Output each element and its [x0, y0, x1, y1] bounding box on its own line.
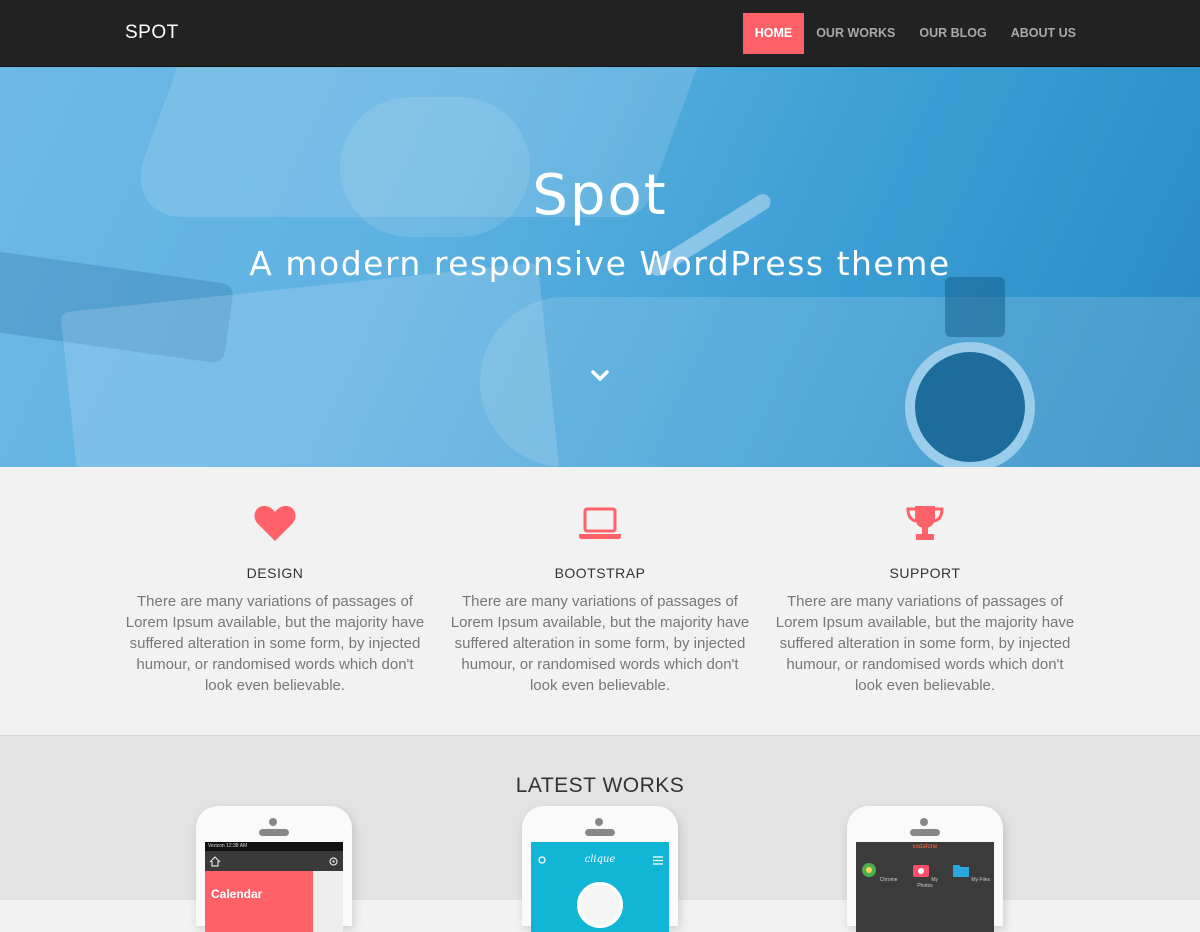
work-item[interactable]: vodafone Chrome My Photos My Files — [847, 806, 1003, 932]
heart-icon — [254, 505, 296, 541]
laptop-icon — [579, 507, 621, 539]
app-my-files: My Files — [951, 862, 991, 889]
work-item[interactable]: Verizon 12:38 AM Calendar — [196, 806, 352, 932]
hero-subtitle: A modern responsive WordPress theme — [249, 244, 951, 283]
phone-camera — [595, 818, 603, 826]
nav-our-works[interactable]: OUR WORKS — [804, 13, 907, 54]
feature-title: DESIGN — [246, 565, 304, 581]
phone-camera — [269, 818, 277, 826]
features-section: DESIGN There are many variations of pass… — [0, 467, 1200, 735]
calendar-label: Calendar — [205, 871, 313, 932]
nav-home[interactable]: HOME — [742, 13, 805, 54]
app-label: My Files — [971, 877, 990, 883]
app-toolbar — [205, 851, 343, 871]
chrome-icon — [862, 863, 877, 877]
feature-text: There are many variations of passages of… — [125, 593, 425, 694]
nav-our-blog[interactable]: OUR BLOG — [907, 13, 998, 54]
app-my-photos: My Photos — [905, 862, 945, 889]
app-label: Chrome — [879, 877, 898, 883]
phone-speaker — [910, 829, 940, 836]
work-item[interactable]: clique — [522, 806, 678, 932]
avatar — [577, 882, 623, 928]
app-grid: Chrome My Photos My Files — [856, 862, 994, 889]
calendar-side — [313, 871, 343, 932]
phone-screen: vodafone Chrome My Photos My Files — [856, 842, 994, 932]
nav-about-us[interactable]: ABOUT US — [999, 13, 1088, 54]
carrier-label: vodafone — [912, 844, 938, 850]
status-bar: Verizon 12:38 AM — [205, 842, 343, 851]
gear-icon — [329, 857, 338, 866]
feature-title: SUPPORT — [889, 565, 961, 581]
site-logo[interactable]: SPOT — [125, 22, 179, 44]
folder-icon — [952, 865, 969, 877]
home-icon — [209, 856, 221, 867]
phone-speaker — [585, 829, 615, 836]
phone-screen: Verizon 12:38 AM Calendar — [205, 842, 343, 932]
phone-camera — [920, 818, 928, 826]
main-nav: HOME OUR WORKS OUR BLOG ABOUT US — [742, 13, 1088, 54]
camera-icon — [912, 865, 929, 877]
chevron-down-icon[interactable] — [591, 370, 609, 382]
navbar: SPOT HOME OUR WORKS OUR BLOG ABOUT US — [0, 0, 1200, 67]
section-title: LATEST WORKS — [515, 774, 685, 797]
feature-text: There are many variations of passages of… — [450, 593, 750, 694]
hero-title: Spot — [532, 163, 668, 228]
menu-icon — [653, 856, 663, 865]
hero-banner: Spot A modern responsive WordPress theme — [0, 67, 1200, 467]
app-brand: clique — [584, 854, 616, 865]
phone-screen: clique — [531, 842, 669, 932]
trophy-icon — [906, 506, 944, 540]
app-label: My Photos — [917, 877, 939, 889]
feature-title: BOOTSTRAP — [554, 565, 646, 581]
phone-speaker — [259, 829, 289, 836]
latest-works-section: LATEST WORKS Verizon 12:38 AM Calendar c… — [0, 735, 1200, 932]
app-chrome: Chrome — [859, 862, 899, 889]
feature-text: There are many variations of passages of… — [775, 593, 1075, 694]
